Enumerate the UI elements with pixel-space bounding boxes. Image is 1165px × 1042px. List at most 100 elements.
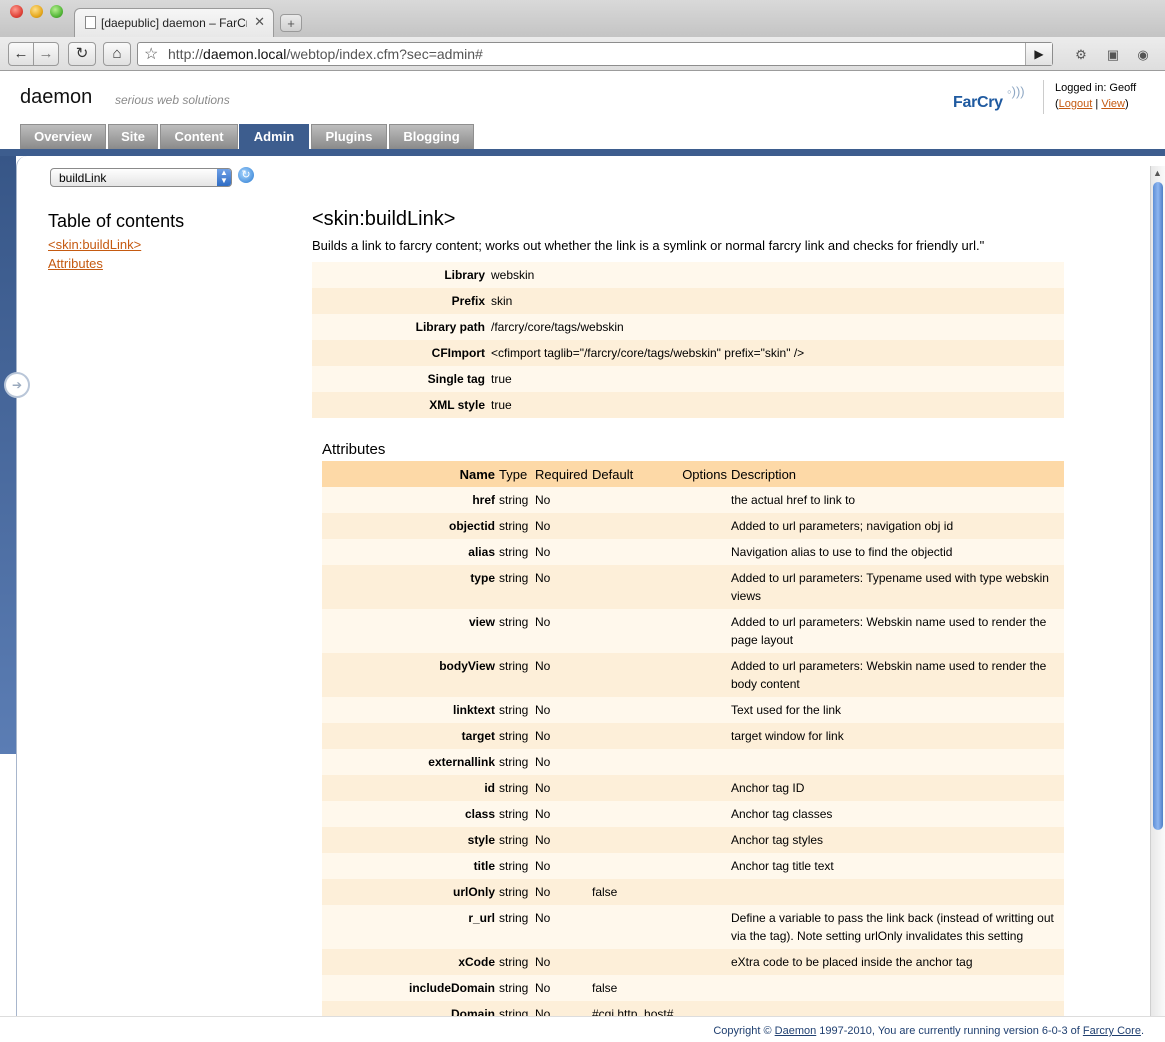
attribute-default bbox=[590, 723, 679, 749]
settings-gear-icon[interactable]: ⚙ bbox=[1071, 45, 1091, 65]
attribute-required: No bbox=[533, 827, 590, 853]
vertical-scrollbar[interactable]: ▲ bbox=[1150, 166, 1165, 1016]
tab-overview[interactable]: Overview bbox=[20, 124, 106, 149]
go-button[interactable]: ▶ bbox=[1025, 43, 1052, 65]
attribute-name: externallink bbox=[322, 749, 497, 775]
home-button[interactable]: ⌂ bbox=[103, 42, 131, 66]
address-bar[interactable]: ☆ http://daemon.local/webtop/index.cfm?s… bbox=[137, 42, 1053, 66]
zoom-window-button[interactable] bbox=[50, 5, 63, 18]
attribute-options bbox=[679, 487, 729, 513]
attribute-required: No bbox=[533, 609, 590, 653]
logged-in-label: Logged in: Geoff bbox=[1055, 82, 1137, 94]
attribute-description: Define a variable to pass the link back … bbox=[729, 905, 1064, 949]
attribute-options bbox=[679, 853, 729, 879]
view-link[interactable]: View bbox=[1101, 98, 1125, 110]
table-row: Library webskin bbox=[312, 262, 1064, 288]
bookmark-star-icon[interactable]: ☆ bbox=[144, 44, 158, 64]
attribute-description: Added to url parameters: Webskin name us… bbox=[729, 653, 1064, 697]
attribute-required: No bbox=[533, 653, 590, 697]
table-row: class string No Anchor tag classes bbox=[322, 801, 1064, 827]
camera-extension-icon[interactable]: ◉ bbox=[1133, 45, 1153, 65]
attribute-required: No bbox=[533, 749, 590, 775]
attribute-type: string bbox=[497, 827, 533, 853]
toc-link-tag[interactable]: <skin:buildLink> bbox=[48, 237, 141, 252]
attribute-options bbox=[679, 975, 729, 1001]
attribute-name: href bbox=[322, 487, 497, 513]
site-tagline: serious web solutions bbox=[115, 93, 230, 107]
close-window-button[interactable] bbox=[10, 5, 23, 18]
attribute-type: string bbox=[497, 749, 533, 775]
table-row: r_url string No Define a variable to pass t… bbox=[322, 905, 1064, 949]
tab-plugins[interactable]: Plugins bbox=[311, 124, 387, 149]
tab-blogging[interactable]: Blogging bbox=[389, 124, 474, 149]
attribute-description: Anchor tag title text bbox=[729, 853, 1064, 879]
forward-button[interactable]: → bbox=[33, 42, 59, 66]
tab-admin[interactable]: Admin bbox=[239, 124, 309, 150]
property-value: skin bbox=[488, 288, 1064, 314]
tag-select[interactable]: buildLink ▲ ▼ bbox=[50, 168, 232, 187]
table-row: title string No Anchor tag title text bbox=[322, 853, 1064, 879]
browser-tab[interactable]: [daepublic] daemon – FarCry ✕ bbox=[74, 8, 274, 37]
property-value: webskin bbox=[488, 262, 1064, 288]
attribute-default: false bbox=[590, 975, 679, 1001]
attribute-options bbox=[679, 827, 729, 853]
attribute-description: Added to url parameters; navigation obj … bbox=[729, 513, 1064, 539]
table-row: bodyView string No Added to url parameters:… bbox=[322, 653, 1064, 697]
tab-content[interactable]: Content bbox=[160, 124, 238, 149]
tag-extension-icon[interactable]: ▣ bbox=[1103, 45, 1123, 65]
attribute-description: Anchor tag styles bbox=[729, 827, 1064, 853]
login-status: Logged in: Geoff (Logout | View) bbox=[1043, 80, 1136, 114]
panel-edge bbox=[16, 156, 27, 1016]
table-row: style string No Anchor tag styles bbox=[322, 827, 1064, 853]
scrollbar-thumb[interactable] bbox=[1153, 182, 1163, 830]
table-row: id string No Anchor tag ID bbox=[322, 775, 1064, 801]
attribute-required: No bbox=[533, 565, 590, 609]
attribute-default: false bbox=[590, 879, 679, 905]
reload-button[interactable]: ↻ bbox=[68, 42, 96, 66]
attribute-required: No bbox=[533, 539, 590, 565]
attribute-type: string bbox=[497, 853, 533, 879]
footer: Copyright © Daemon 1997-2010, You are cu… bbox=[0, 1016, 1165, 1042]
table-row: type string No Added to url parameters: Typ… bbox=[322, 565, 1064, 609]
minimize-window-button[interactable] bbox=[30, 5, 43, 18]
column-header-required: Required bbox=[533, 461, 590, 487]
nav-underline bbox=[0, 149, 1165, 156]
collapse-sidebar-icon[interactable]: ➔ bbox=[4, 372, 30, 398]
attribute-default bbox=[590, 609, 679, 653]
toc-link-attributes[interactable]: Attributes bbox=[48, 256, 103, 271]
attribute-type: string bbox=[497, 879, 533, 905]
table-row: alias string No Navigation alias to use to … bbox=[322, 539, 1064, 565]
daemon-link[interactable]: Daemon bbox=[775, 1025, 817, 1037]
attribute-default bbox=[590, 749, 679, 775]
refresh-icon[interactable]: ↻ bbox=[238, 167, 254, 183]
attribute-default bbox=[590, 801, 679, 827]
attribute-name: type bbox=[322, 565, 497, 609]
attribute-description bbox=[729, 749, 1064, 775]
table-row: Library path/farcry/core/tags/webskin bbox=[312, 314, 1064, 340]
page-title: <skin:buildLink> bbox=[312, 208, 456, 230]
logout-link[interactable]: Logout bbox=[1059, 98, 1093, 110]
close-tab-icon[interactable]: ✕ bbox=[254, 14, 265, 30]
attribute-type: string bbox=[497, 775, 533, 801]
attribute-default bbox=[590, 565, 679, 609]
scroll-up-icon[interactable]: ▲ bbox=[1153, 168, 1162, 178]
attribute-name: title bbox=[322, 853, 497, 879]
property-value: /farcry/core/tags/webskin bbox=[488, 314, 1064, 340]
attribute-type: string bbox=[497, 801, 533, 827]
attribute-description: target window for link bbox=[729, 723, 1064, 749]
tab-site[interactable]: Site bbox=[108, 124, 158, 149]
attributes-heading: Attributes bbox=[322, 441, 386, 458]
attribute-default bbox=[590, 653, 679, 697]
attributes-table: Name Type Required Default Options Descr… bbox=[322, 461, 1064, 1027]
attribute-description: Added to url parameters: Webskin name us… bbox=[729, 609, 1064, 653]
new-tab-button[interactable]: + bbox=[280, 14, 302, 32]
back-button[interactable]: ← bbox=[8, 42, 34, 66]
wifi-waves-icon: ◦))) bbox=[1007, 84, 1025, 99]
table-row: target string No target window for link bbox=[322, 723, 1064, 749]
table-row: xCode string No eXtra code to be placed ins… bbox=[322, 949, 1064, 975]
attribute-required: No bbox=[533, 723, 590, 749]
farcry-core-link[interactable]: Farcry Core bbox=[1083, 1025, 1141, 1037]
property-key: XML style bbox=[312, 392, 488, 418]
attribute-default bbox=[590, 487, 679, 513]
attribute-default bbox=[590, 827, 679, 853]
